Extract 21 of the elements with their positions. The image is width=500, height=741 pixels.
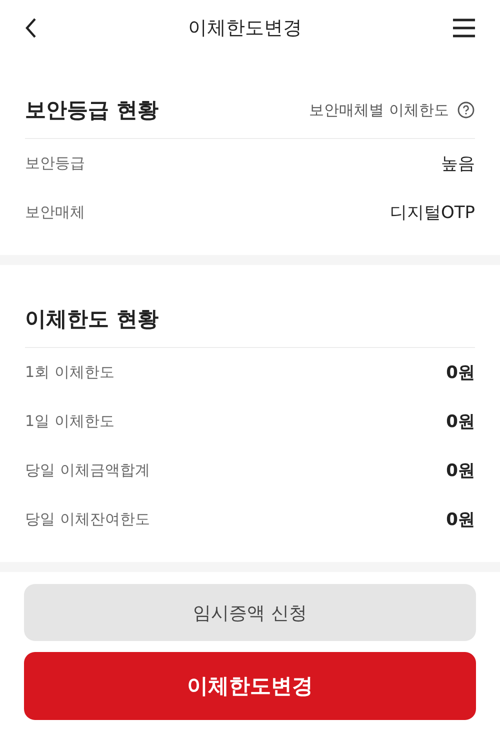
row-value: 0원 [446,362,475,384]
page-title: 이체한도변경 [188,16,302,41]
security-limit-link[interactable]: 보안매체별 이체한도 [309,100,475,120]
row-value: 디지털OTP [390,202,475,224]
row-value: 0원 [446,509,475,531]
menu-icon[interactable] [452,18,476,38]
row-label: 보안매체 [25,203,85,222]
back-icon[interactable] [24,17,38,39]
row-value: 높음 [441,153,475,175]
row-label: 보안등급 [25,154,85,173]
row-value: 0원 [446,411,475,433]
primary-button[interactable]: 이체한도변경 [24,652,476,720]
row-label: 1회 이체한도 [25,363,114,382]
help-icon [457,101,475,119]
row-label: 당일 이체잔여한도 [25,510,150,529]
section-title: 보안등급 현황 [25,97,158,124]
row-label: 1일 이체한도 [25,412,114,431]
row-value: 0원 [446,460,475,482]
row-label: 당일 이체금액합계 [25,461,150,480]
section-title: 이체한도 현황 [25,306,158,333]
secondary-button[interactable]: 임시증액 신청 [24,584,476,641]
